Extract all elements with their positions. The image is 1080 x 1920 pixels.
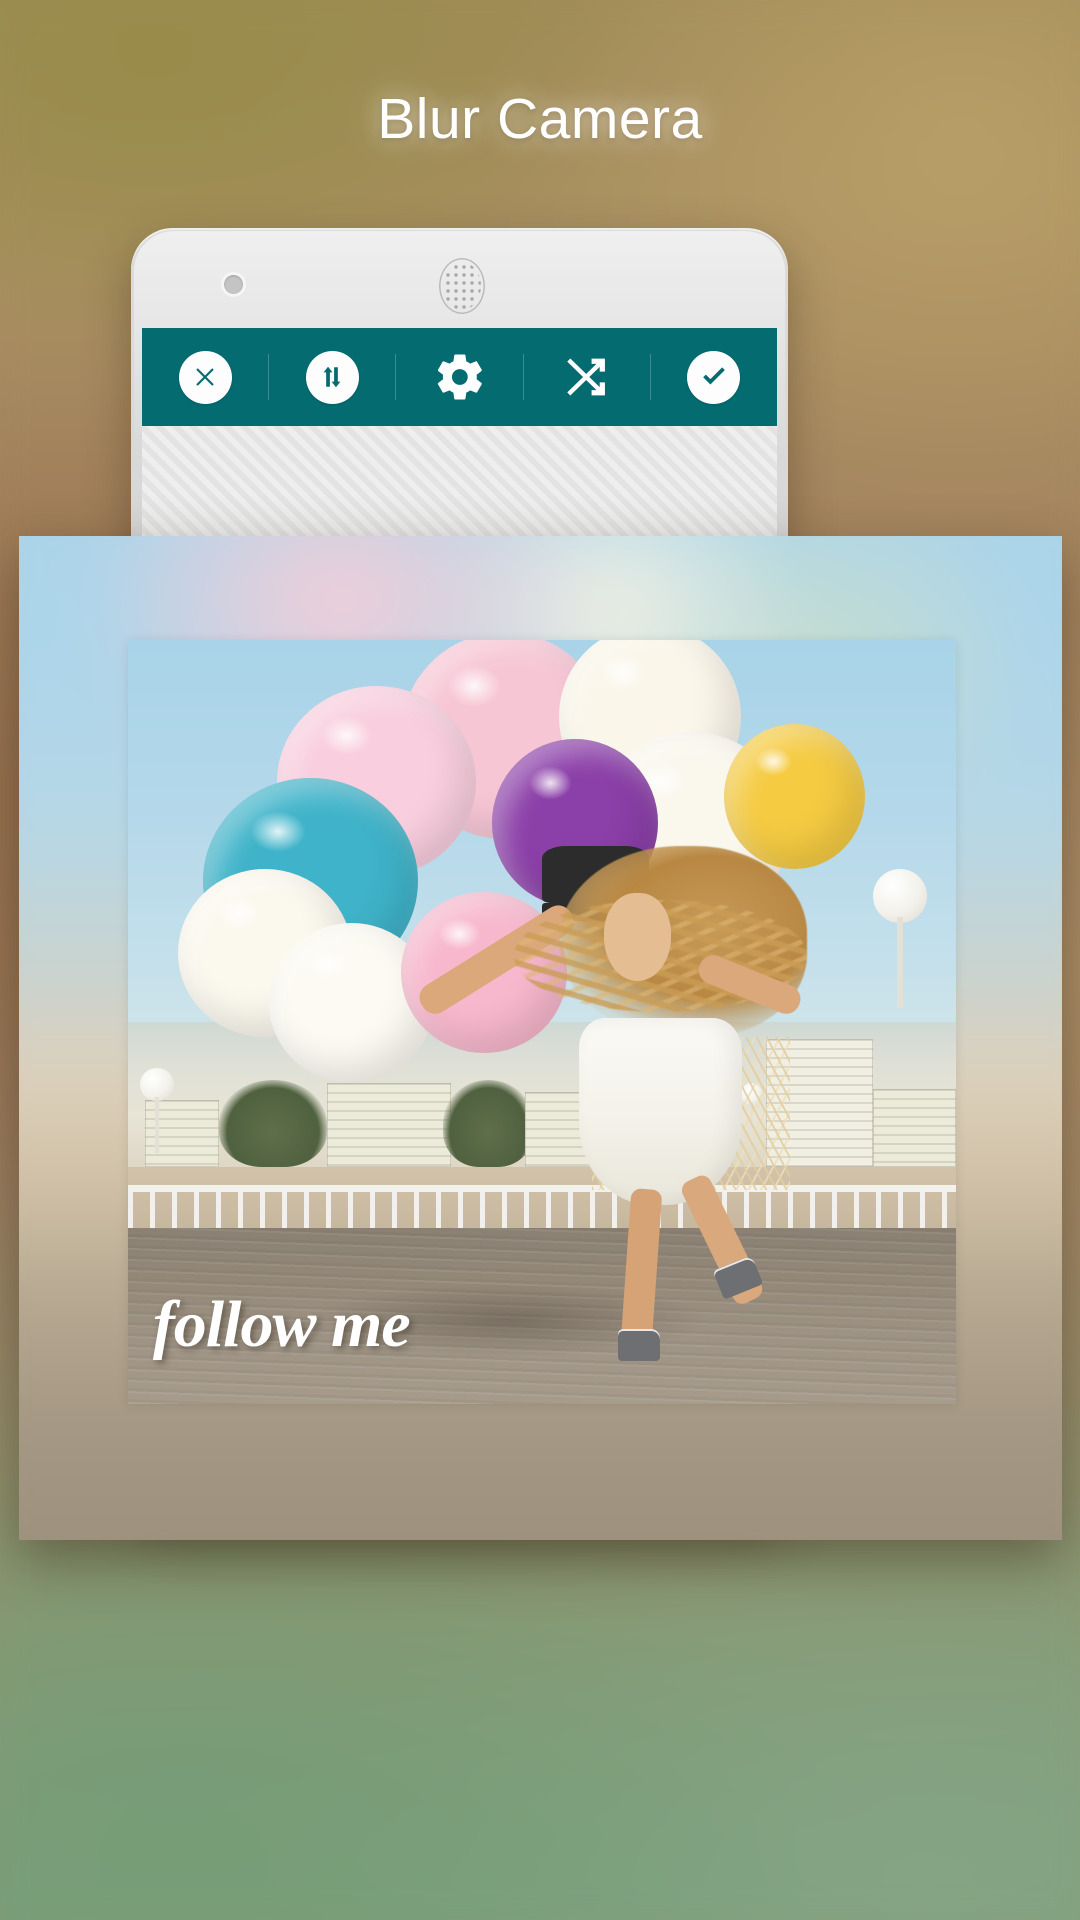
lamp-post [873,869,927,1008]
speaker-grille-icon [439,258,485,314]
front-camera-icon [224,275,243,294]
close-button[interactable] [142,350,268,404]
shuffle-icon [566,358,605,396]
photo-canvas[interactable]: follow me [128,640,956,1404]
page-title: Blur Camera [377,87,703,151]
gear-icon [437,354,482,400]
subject-shoe [618,1329,661,1361]
subject-leg-left [621,1188,663,1346]
check-circle-icon [687,350,741,404]
swap-vertical-circle-icon [305,350,359,404]
shuffle-button[interactable] [524,352,650,402]
editor-top-toolbar [142,328,777,426]
subject-dress [578,1017,742,1205]
close-circle-icon [178,350,232,404]
photo-editor-overlay[interactable]: follow me [19,536,1062,1540]
swap-button[interactable] [269,350,395,404]
photo-subject [413,846,824,1366]
lamp-post [140,1067,174,1154]
done-button[interactable] [651,350,777,404]
subject-hair [514,846,807,1039]
text-sticker[interactable]: follow me [153,1287,411,1363]
settings-button[interactable] [396,350,522,404]
